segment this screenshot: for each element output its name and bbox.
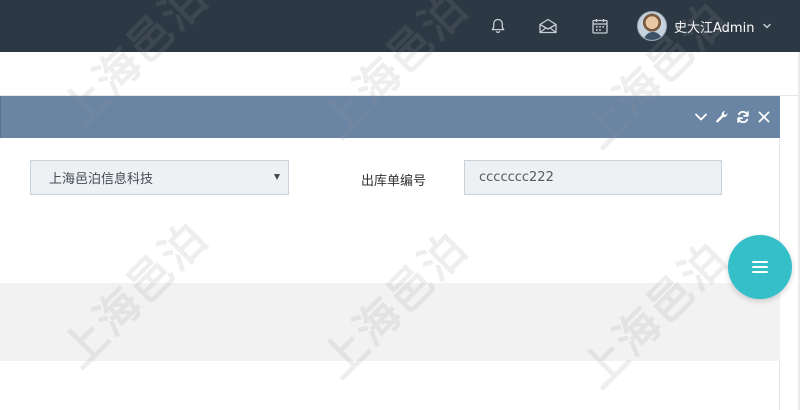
wrench-icon[interactable] (714, 109, 730, 125)
menu-icon (752, 261, 768, 273)
panel-toolbar (693, 109, 772, 125)
bell-icon[interactable] (488, 16, 508, 36)
envelope-icon[interactable] (538, 16, 558, 36)
caret-down-icon (274, 174, 280, 180)
app-window: 史大江Admin 上海邑泊信息科技 出库单编号 ccccccc222 (0, 0, 800, 410)
order-no-label: 出库单编号 (361, 174, 427, 189)
refresh-icon[interactable] (735, 109, 751, 125)
collapse-icon[interactable] (693, 109, 709, 125)
company-select[interactable]: 上海邑泊信息科技 (30, 160, 289, 195)
calendar-icon[interactable] (590, 16, 610, 36)
avatar (637, 11, 667, 41)
order-no-input[interactable] (464, 160, 722, 195)
top-navbar: 史大江Admin (0, 0, 800, 52)
company-select-value: 上海邑泊信息科技 (49, 172, 154, 187)
chevron-down-icon (762, 21, 772, 31)
panel-header (0, 96, 780, 138)
results-band (0, 283, 780, 361)
close-icon[interactable] (756, 109, 772, 125)
tab-strip (0, 52, 800, 96)
user-menu[interactable]: 史大江Admin (637, 11, 772, 41)
floating-menu-button[interactable] (728, 235, 792, 299)
user-name: 史大江Admin (674, 20, 755, 36)
